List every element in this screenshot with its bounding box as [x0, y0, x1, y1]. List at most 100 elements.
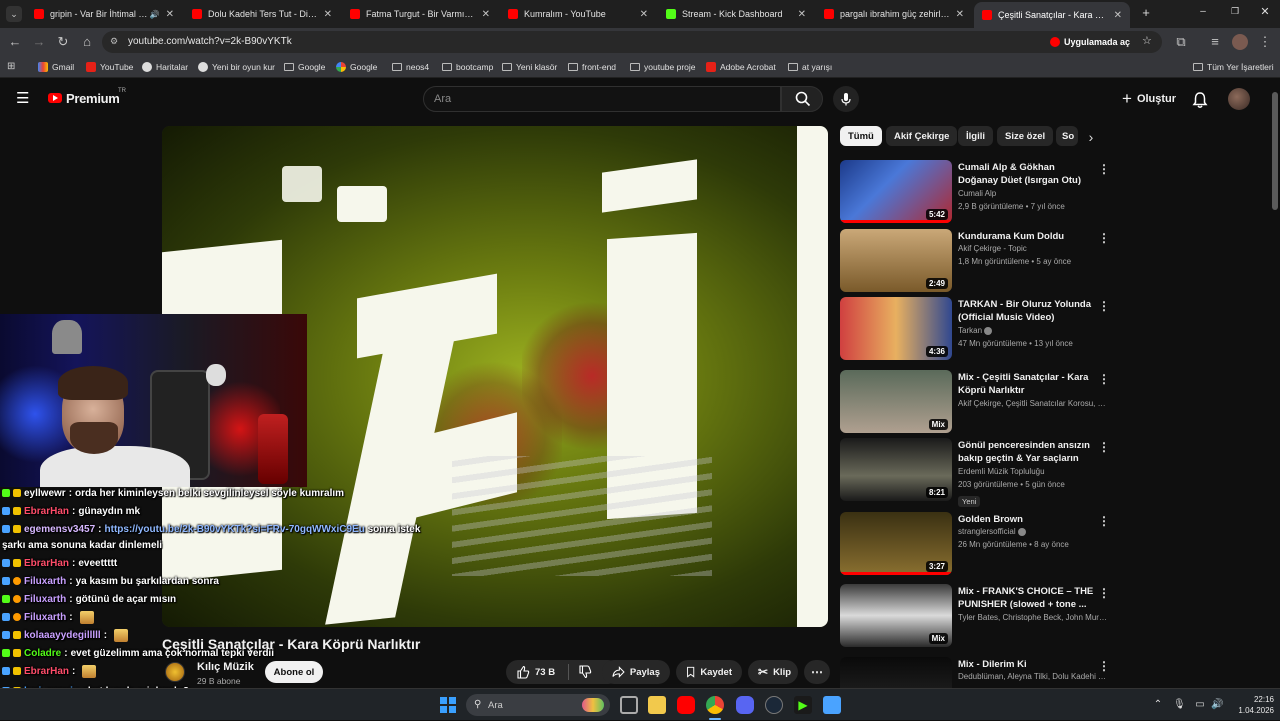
chevron-right-icon[interactable]: › — [1082, 129, 1100, 147]
open-in-app-button[interactable]: Uygulamada aç — [1050, 34, 1130, 50]
home-icon[interactable]: ⌂ — [78, 33, 96, 51]
task-view-icon[interactable] — [620, 696, 638, 714]
more-vertical-icon[interactable]: ⋮ — [1098, 372, 1110, 386]
recommendation-title[interactable]: Gönül penceresinden ansızın bakıp geçtin… — [958, 439, 1096, 466]
recommendation-item[interactable]: 3:27 Golden Brown stranglersofficial 26 Mn … — [840, 512, 1110, 576]
recommendation-title[interactable]: Kundurama Kum Doldu — [958, 230, 1096, 243]
restore-icon[interactable]: ❐ — [1228, 6, 1242, 20]
system-clock[interactable]: 22:16 1.04.2026 — [1230, 694, 1274, 716]
display-icon[interactable]: ▭ — [1194, 699, 1206, 711]
chat-username[interactable]: Coladre — [24, 648, 61, 659]
chat-link[interactable]: https://youtu.be/2k-B90vYKTk?si=FRv-70gq… — [105, 524, 365, 535]
video-thumbnail[interactable]: 5:42 — [840, 160, 952, 223]
bookmark-item[interactable]: bootcamp — [442, 60, 493, 74]
recommendation-item[interactable]: 4:36 TARKAN - Bir Oluruz Yolunda (Officia… — [840, 297, 1110, 361]
video-thumbnail[interactable]: Mix — [840, 584, 952, 647]
subscribe-button[interactable]: Abone ol — [265, 661, 323, 683]
more-vertical-icon[interactable]: ⋮ — [1098, 659, 1110, 673]
recommendation-item[interactable]: 8:21 Gönül penceresinden ansızın bakıp ge… — [840, 438, 1110, 507]
create-button[interactable]: + Oluştur — [1114, 87, 1184, 111]
taskbar-search[interactable]: ⚲ Ara — [466, 694, 610, 716]
recommendation-channel[interactable]: Dedublüman, Aleyna Tilki, Dolu Kadehi T.… — [958, 672, 1108, 681]
minimize-icon[interactable]: – — [1196, 6, 1210, 20]
chat-username[interactable]: Filuxarth — [24, 594, 66, 605]
filter-chip[interactable]: İlgili — [958, 126, 993, 146]
media-control-icon[interactable]: ≡ — [1206, 33, 1224, 51]
share-button[interactable]: Paylaş — [602, 660, 670, 684]
bookmark-item[interactable]: front-end — [568, 60, 616, 74]
browser-tab[interactable]: gripin - Var Bir İhtimal (Offi 🔊 ✕ — [26, 3, 182, 25]
apps-grid-icon[interactable]: ⊞ — [7, 61, 18, 72]
filter-chip[interactable]: So — [1056, 126, 1078, 146]
voice-search-button[interactable] — [833, 86, 859, 112]
forward-icon[interactable]: → — [30, 33, 48, 51]
thumbs-down-icon[interactable] — [578, 665, 592, 679]
browser-tab[interactable]: Kumralım - YouTube ✕ — [500, 3, 656, 25]
close-tab-icon[interactable]: ✕ — [640, 9, 648, 20]
notifications-bell-icon[interactable] — [1190, 90, 1210, 110]
video-thumbnail[interactable]: 8:21 — [840, 438, 952, 501]
filter-chip[interactable]: Size özel — [997, 126, 1054, 146]
profile-avatar[interactable] — [1232, 34, 1248, 50]
browser-tab[interactable]: Fatma Turgut - Bir Varmış Bir Y ✕ — [342, 3, 498, 25]
microphone-tray-icon[interactable]: 🎙 — [1173, 699, 1186, 711]
recommendation-item[interactable]: Mix Mix - Çeşitli Sanatçılar - Kara Köprü… — [840, 370, 1110, 434]
bookmark-item[interactable]: Yeni bir oyun kur — [198, 60, 275, 74]
more-vertical-icon[interactable]: ⋮ — [1098, 514, 1110, 528]
save-button[interactable]: Kaydet — [676, 660, 742, 684]
close-tab-icon[interactable]: ✕ — [1114, 10, 1122, 21]
chat-username[interactable]: EbrarHan — [24, 558, 69, 569]
volume-icon[interactable]: 🔊 — [1211, 699, 1223, 711]
recommendation-title[interactable]: Mix - FRANK'S CHOICE – THE PUNISHER (slo… — [958, 585, 1096, 611]
close-tab-icon[interactable]: ✕ — [798, 9, 806, 20]
reload-icon[interactable]: ↻ — [54, 33, 72, 51]
browser-tab[interactable]: Dolu Kadehi Ters Tut - Dilerim İ ✕ — [184, 3, 340, 25]
more-vertical-icon[interactable]: ⋮ — [1098, 231, 1110, 245]
recommendation-channel[interactable]: Tarkan — [958, 326, 1108, 335]
bookmark-item[interactable]: YouTube — [86, 60, 133, 74]
bookmark-star-icon[interactable]: ☆ — [1142, 34, 1152, 47]
recommendation-title[interactable]: Mix - Çeşitli Sanatçılar - Kara Köprü Na… — [958, 371, 1096, 397]
video-thumbnail[interactable]: Mix — [840, 370, 952, 433]
video-thumbnail[interactable]: 3:27 — [840, 512, 952, 575]
recommendation-title[interactable]: TARKAN - Bir Oluruz Yolunda (Official Mu… — [958, 298, 1096, 324]
search-input[interactable] — [424, 87, 780, 111]
filter-chip[interactable]: Akif Çekirge — [886, 126, 958, 146]
recommendation-channel[interactable]: stranglersofficial — [958, 527, 1108, 536]
recommendation-title[interactable]: Mix - Dilerim Ki — [958, 658, 1096, 671]
start-button[interactable] — [440, 697, 456, 713]
chrome-icon[interactable] — [706, 696, 724, 714]
recommendation-item[interactable]: 2:49 Kundurama Kum Doldu Akif Çekirge - To… — [840, 229, 1110, 293]
clip-button[interactable]: ✂ Klip — [748, 660, 798, 684]
bookmark-item[interactable]: Adobe Acrobat — [706, 60, 776, 74]
bookmark-item[interactable]: neos4 — [392, 60, 429, 74]
browser-tab[interactable]: Çeşitli Sanatçılar - Kara Köprü N ✕ — [974, 2, 1130, 28]
recommendation-title[interactable]: Golden Brown — [958, 513, 1096, 526]
channel-name[interactable]: Kılıç Müzik — [197, 661, 254, 673]
bookmark-item[interactable]: Haritalar — [142, 60, 188, 74]
audio-playing-icon[interactable]: 🔊 — [150, 10, 160, 19]
recommendation-channel[interactable]: Erdemli Müzik Topluluğu — [958, 467, 1108, 476]
chat-username[interactable]: EbrarHan — [24, 666, 69, 677]
chat-username[interactable]: Filuxarth — [24, 576, 66, 587]
kick-streaming-icon[interactable]: ▶ — [794, 696, 812, 714]
tab-search-button[interactable]: ⌄ — [6, 6, 22, 22]
close-tab-icon[interactable]: ✕ — [166, 9, 174, 20]
video-thumbnail[interactable]: 4:36 — [840, 297, 952, 360]
site-info-icon[interactable]: ⚙ — [110, 36, 122, 48]
bookmark-item[interactable]: Gmail — [38, 60, 74, 74]
youtube-app-icon[interactable] — [677, 696, 695, 714]
chat-username[interactable]: Filuxarth — [24, 612, 66, 623]
chat-username[interactable]: eyllwewr — [24, 488, 66, 499]
steam-icon[interactable] — [765, 696, 783, 714]
recommendation-title[interactable]: Cumali Alp & Gökhan Doğanay Düet (Isırga… — [958, 161, 1096, 187]
browser-tab[interactable]: pargalı ibrahim güç zehirlenme ✕ — [816, 3, 972, 25]
menu-icon[interactable]: ⋮ — [1256, 33, 1274, 51]
address-bar[interactable]: ⚙ youtube.com/watch?v=2k-B90vYKTk Uygula… — [102, 31, 1162, 53]
bookmark-item[interactable]: Yeni klasör — [502, 60, 557, 74]
bookmark-item[interactable]: at yarışı — [788, 60, 832, 74]
hamburger-menu-icon[interactable]: ☰ — [16, 91, 32, 107]
new-tab-button[interactable]: + — [1138, 5, 1154, 21]
file-explorer-icon[interactable] — [648, 696, 666, 714]
more-vertical-icon[interactable]: ⋮ — [1098, 586, 1110, 600]
